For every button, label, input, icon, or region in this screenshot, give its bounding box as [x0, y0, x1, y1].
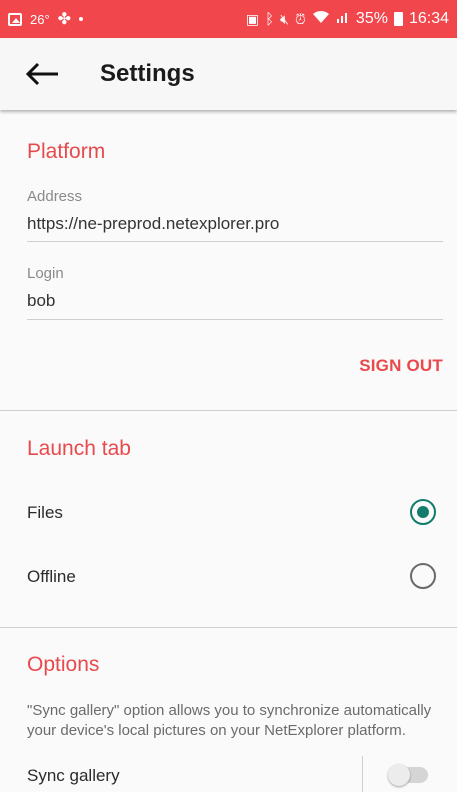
- radio-offline[interactable]: [410, 563, 436, 589]
- login-field[interactable]: bob: [27, 291, 55, 311]
- radio-label-offline[interactable]: Offline: [27, 567, 76, 587]
- battery-icon: [393, 12, 403, 26]
- platform-section-title: Platform: [27, 140, 106, 163]
- temperature-text: 26°: [30, 11, 50, 27]
- address-field[interactable]: https://ne-preprod.netexplorer.pro: [27, 214, 279, 234]
- login-underline: [27, 319, 443, 320]
- launch-tab-section-title: Launch tab: [27, 437, 131, 460]
- status-bar-left: 26° ✤: [8, 0, 84, 38]
- battery-percent-text: 35%: [355, 10, 388, 27]
- mute-icon: 🔇︎: [280, 10, 289, 27]
- sync-gallery-description: "Sync gallery" option allows you to sync…: [27, 702, 432, 739]
- bluetooth-icon: ᛒ: [265, 10, 275, 28]
- address-label: Address: [27, 188, 83, 205]
- toggle-thumb[interactable]: [388, 764, 410, 786]
- dot-icon: [79, 17, 84, 21]
- battery-saver-icon: ▣: [245, 10, 260, 27]
- options-section-title: Options: [27, 653, 100, 676]
- arrow-left-icon: [25, 62, 58, 86]
- app-bar: Settings: [0, 38, 457, 110]
- page-title: Settings: [100, 60, 195, 87]
- address-underline: [27, 241, 443, 242]
- login-label: Login: [27, 265, 64, 282]
- status-bar: 26° ✤ ▣ ᛒ 🔇︎ ⏰︎ 35% 16:34: [0, 0, 457, 38]
- clock-text: 16:34: [408, 10, 449, 27]
- fan-icon: ✤: [57, 11, 72, 28]
- section-divider: [0, 627, 457, 628]
- status-bar-right: ▣ ᛒ 🔇︎ ⏰︎ 35% 16:34: [246, 0, 449, 38]
- sign-out-button[interactable]: SIGN OUT: [359, 356, 443, 376]
- section-divider: [0, 410, 457, 411]
- radio-label-files[interactable]: Files: [27, 503, 63, 523]
- alarm-icon: ⏰︎: [295, 10, 306, 27]
- back-button[interactable]: [22, 58, 62, 90]
- radio-files[interactable]: [410, 499, 436, 525]
- sync-gallery-label: Sync gallery: [27, 766, 120, 785]
- toggle-separator: [362, 756, 363, 792]
- gallery-icon: [8, 12, 22, 26]
- wifi-icon: [312, 10, 330, 29]
- signal-icon: [336, 10, 350, 29]
